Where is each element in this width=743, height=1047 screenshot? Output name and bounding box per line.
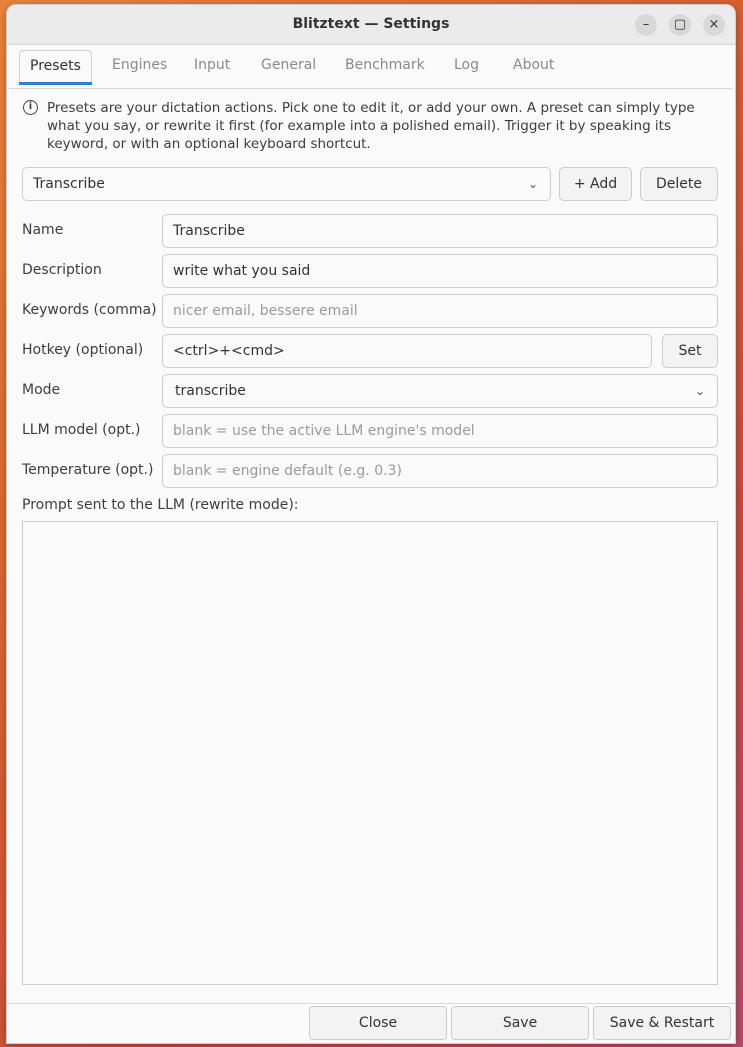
save-restart-button[interactable]: Save & Restart	[593, 1006, 731, 1040]
preset-dropdown-value: Transcribe	[33, 176, 105, 192]
description-label: Description	[22, 262, 102, 278]
temperature-placeholder: blank = engine default (e.g. 0.3)	[173, 463, 402, 479]
name-field-value: Transcribe	[173, 223, 245, 239]
prompt-textarea[interactable]	[22, 521, 718, 985]
description-field-value: write what you said	[173, 263, 311, 279]
mode-dropdown[interactable]: transcribe ⌄	[162, 374, 718, 408]
hotkey-label: Hotkey (optional)	[22, 342, 144, 358]
tab-bar: Presets Engines Input General Benchmark …	[9, 45, 733, 89]
preset-dropdown[interactable]: Transcribe ⌄	[22, 167, 551, 201]
footer-bar: Close Save Save & Restart	[7, 1003, 735, 1043]
prompt-label: Prompt sent to the LLM (rewrite mode):	[22, 497, 299, 513]
llm-model-field[interactable]: blank = use the active LLM engine's mode…	[162, 414, 718, 448]
window-title: Blitztext — Settings	[292, 16, 450, 32]
settings-window: Blitztext — Settings – ▢ × Presets Engin…	[6, 4, 736, 1044]
info-icon: i	[23, 100, 38, 115]
maximize-button[interactable]: ▢	[669, 14, 691, 36]
temperature-label: Temperature (opt.)	[22, 462, 154, 478]
name-label: Name	[22, 222, 64, 238]
name-field[interactable]: Transcribe	[162, 214, 718, 248]
hotkey-field[interactable]: <ctrl>+<cmd>	[162, 334, 652, 368]
mode-label: Mode	[22, 382, 61, 398]
llm-model-label: LLM model (opt.)	[22, 422, 141, 438]
tab-engines[interactable]: Engines	[112, 50, 167, 84]
close-window-button[interactable]: ×	[703, 14, 725, 36]
info-text: Presets are your dictation actions. Pick…	[47, 100, 695, 152]
tab-log[interactable]: Log	[454, 50, 479, 84]
info-banner: i Presets are your dictation actions. Pi…	[23, 99, 723, 153]
hotkey-field-value: <ctrl>+<cmd>	[173, 343, 285, 359]
tab-input[interactable]: Input	[194, 50, 230, 84]
keywords-field[interactable]: nicer email, bessere email	[162, 294, 718, 328]
add-preset-button[interactable]: + Add	[559, 167, 632, 201]
tab-about[interactable]: About	[513, 50, 554, 84]
tab-general[interactable]: General	[261, 50, 316, 84]
description-field[interactable]: write what you said	[162, 254, 718, 288]
keywords-placeholder: nicer email, bessere email	[173, 303, 358, 319]
delete-preset-button[interactable]: Delete	[640, 167, 718, 201]
keywords-label: Keywords (comma)	[22, 302, 157, 318]
title-bar[interactable]: Blitztext — Settings – ▢ ×	[7, 5, 735, 45]
tab-presets[interactable]: Presets	[19, 50, 92, 85]
close-button[interactable]: Close	[309, 1006, 447, 1040]
llm-model-placeholder: blank = use the active LLM engine's mode…	[173, 423, 475, 439]
mode-dropdown-value: transcribe	[175, 383, 246, 399]
chevron-down-icon: ⌄	[694, 384, 705, 398]
chevron-down-icon: ⌄	[527, 177, 538, 191]
tab-benchmark[interactable]: Benchmark	[345, 50, 425, 84]
minimize-button[interactable]: –	[635, 14, 657, 36]
temperature-field[interactable]: blank = engine default (e.g. 0.3)	[162, 454, 718, 488]
save-button[interactable]: Save	[451, 1006, 589, 1040]
set-hotkey-button[interactable]: Set	[662, 334, 718, 368]
